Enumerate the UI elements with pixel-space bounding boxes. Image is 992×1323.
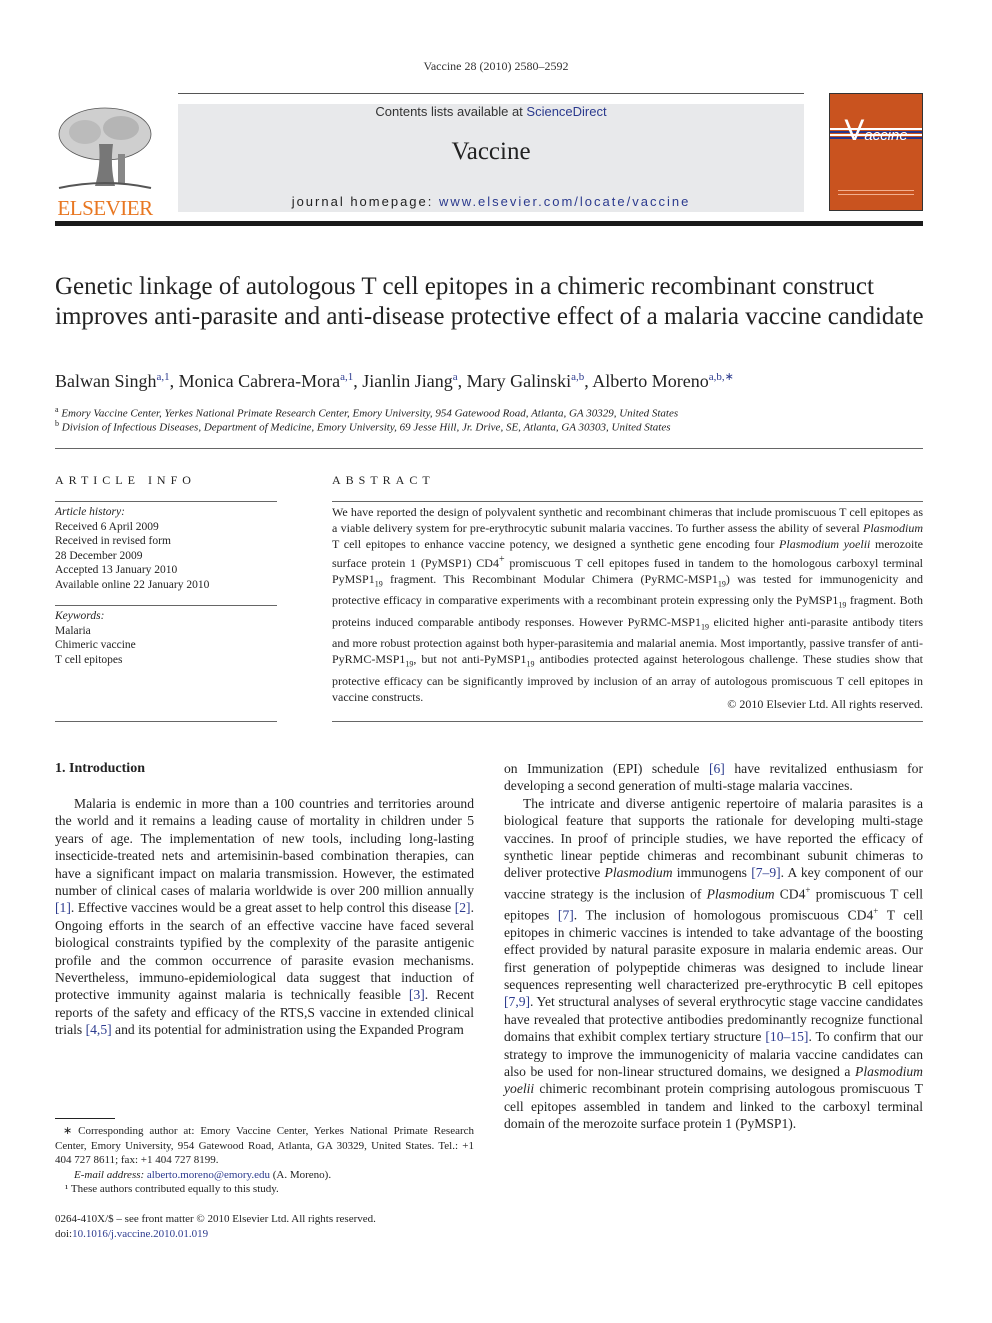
author-name: Balwan Singh	[55, 371, 157, 391]
article-history: Article history: Received 6 April 2009 R…	[55, 505, 277, 592]
author-affiliation-marks[interactable]: a,b,∗	[709, 371, 734, 383]
email-link[interactable]: alberto.moreno@emory.edu	[147, 1169, 270, 1181]
author-separator: ,	[353, 371, 363, 391]
divider	[332, 721, 923, 722]
equal-contribution-note: ¹ These authors contributed equally to t…	[65, 1183, 279, 1195]
cover-title-v: V	[844, 114, 865, 147]
journal-title: Vaccine	[451, 138, 531, 165]
keyword: T cell epitopes	[55, 653, 123, 666]
author-name: Mary Galinski	[466, 371, 572, 391]
article-info-heading: ARTICLE INFO	[55, 473, 196, 487]
journal-cover[interactable]: Vaccine	[829, 93, 923, 211]
affiliation-b: b Division of Infectious Diseases, Depar…	[55, 419, 671, 434]
intro-paragraph: The intricate and diverse antigenic repe…	[504, 795, 924, 1132]
affiliation-text: Emory Vaccine Center, Yerkes National Pr…	[61, 407, 679, 420]
contents-prefix: Contents lists available at	[375, 104, 527, 119]
homepage-line: journal homepage: www.elsevier.com/locat…	[178, 194, 804, 209]
doi-prefix: doi:	[55, 1228, 73, 1240]
cover-title: Vaccine	[830, 114, 922, 148]
cover-title-rest: accine	[864, 127, 908, 144]
history-item: 28 December 2009	[55, 549, 143, 562]
contents-line: Contents lists available at ScienceDirec…	[178, 104, 804, 119]
history-item: Received 6 April 2009	[55, 520, 159, 533]
corresponding-author-note: ∗ Corresponding author at: Emory Vaccine…	[55, 1125, 474, 1166]
running-head: Vaccine 28 (2010) 2580–2592	[423, 59, 569, 73]
affiliation-mark: b	[55, 419, 59, 428]
email-suffix: (A. Moreno).	[269, 1168, 332, 1181]
author-name: Jianlin Jiang	[362, 371, 453, 391]
homepage-link[interactable]: www.elsevier.com/locate/vaccine	[439, 194, 690, 209]
journal-banner: Contents lists available at ScienceDirec…	[178, 104, 804, 212]
article-title: Genetic linkage of autologous T cell epi…	[55, 273, 924, 330]
history-item: Accepted 13 January 2010	[55, 564, 178, 576]
cover-fine-text	[838, 190, 914, 191]
keywords: Keywords: Malaria Chimeric vaccine T cel…	[55, 609, 277, 667]
sciencedirect-link[interactable]: ScienceDirect	[526, 104, 606, 119]
intro-paragraph: Malaria is endemic in more than a 100 co…	[55, 796, 474, 1038]
abstract-heading: ABSTRACT	[332, 473, 435, 487]
divider	[55, 501, 277, 502]
author-affiliation-marks[interactable]: a,1	[340, 371, 353, 383]
intro-paragraph: on Immunization (EPI) schedule [6] have …	[504, 761, 923, 794]
issn-line: 0264-410X/$ – see front matter © 2010 El…	[55, 1213, 376, 1225]
author-list: Balwan Singha,1, Monica Cabrera-Moraa,1,…	[55, 370, 734, 392]
cover-fine-text	[838, 194, 914, 195]
divider	[55, 605, 277, 606]
divider	[55, 721, 277, 722]
keywords-label: Keywords:	[55, 610, 105, 622]
front-matter: 0264-410X/$ – see front matter © 2010 El…	[55, 1212, 376, 1242]
author-name: Alberto Moreno	[592, 371, 709, 391]
abstract-text: We have reported the design of polyvalen…	[332, 505, 924, 704]
author-affiliation-marks[interactable]: a,b	[571, 371, 584, 383]
divider	[332, 501, 923, 502]
header-rule	[178, 93, 804, 94]
keyword: Malaria	[55, 624, 91, 637]
history-item: Available online 22 January 2010	[55, 578, 210, 591]
author-separator: ,	[457, 371, 467, 391]
author-affiliation-marks[interactable]: a,1	[157, 371, 170, 383]
keyword: Chimeric vaccine	[55, 639, 136, 651]
elsevier-logo[interactable]: ELSEVIER	[55, 104, 155, 220]
email-note: E-mail address: alberto.moreno@emory.edu…	[55, 1168, 474, 1183]
homepage-prefix: journal homepage:	[291, 194, 439, 209]
affiliation-mark: a	[55, 405, 59, 414]
affiliation-text: Division of Infectious Diseases, Departm…	[61, 421, 671, 434]
footnotes: ∗ Corresponding author at: Emory Vaccine…	[55, 1124, 474, 1197]
intro-right-column: on Immunization (EPI) schedule [6] have …	[504, 760, 923, 1133]
elsevier-tree-icon	[58, 107, 152, 189]
elsevier-wordmark: ELSEVIER	[57, 196, 153, 220]
history-label: Article history:	[55, 506, 125, 518]
affiliation-a: a Emory Vaccine Center, Yerkes National …	[55, 405, 678, 420]
email-label: E-mail address:	[74, 1168, 145, 1181]
author-name: Monica Cabrera-Mora	[178, 371, 341, 391]
section-heading-introduction: 1. Introduction	[55, 761, 145, 776]
abstract-copyright: © 2010 Elsevier Ltd. All rights reserved…	[727, 697, 923, 711]
doi-link[interactable]: 10.1016/j.vaccine.2010.01.019	[72, 1228, 208, 1240]
masthead-rule	[55, 221, 923, 226]
doi-line: doi:10.1016/j.vaccine.2010.01.019	[55, 1227, 376, 1242]
history-item: Received in revised form	[55, 535, 171, 547]
author-separator: ,	[169, 371, 179, 391]
intro-left-column: Malaria is endemic in more than a 100 co…	[55, 795, 474, 1039]
divider	[55, 448, 923, 449]
footnote-rule	[55, 1118, 115, 1119]
